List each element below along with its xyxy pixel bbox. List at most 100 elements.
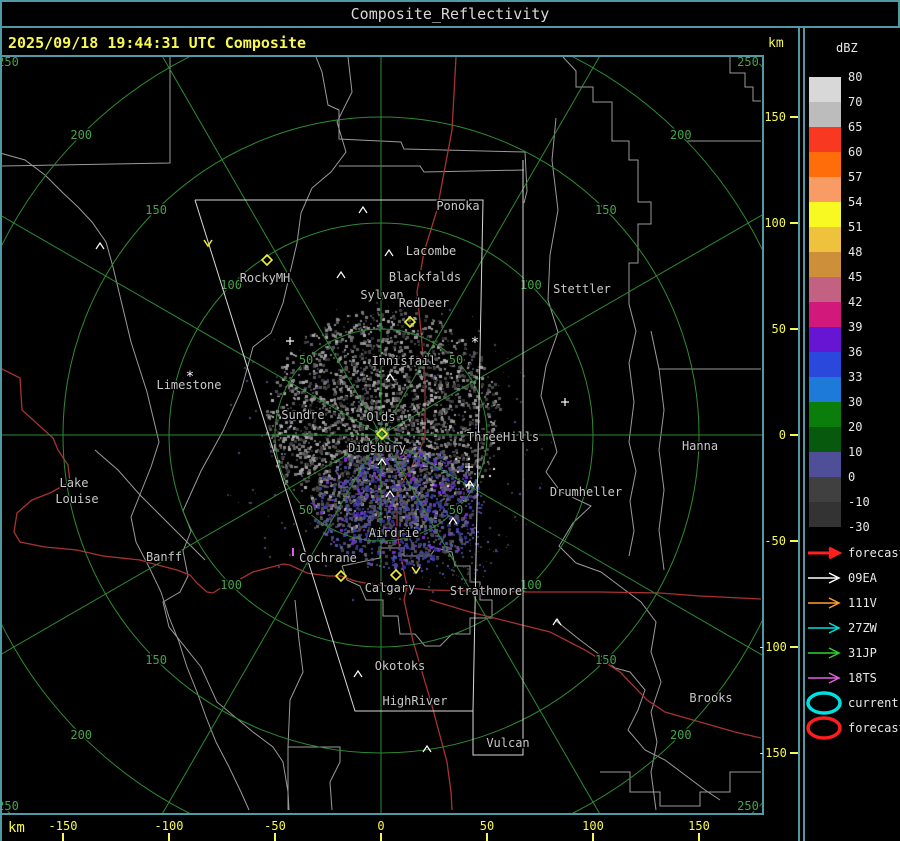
range-ring-label: 250	[737, 799, 759, 813]
range-ring-label: 50	[449, 503, 463, 517]
range-ring	[0, 11, 764, 841]
colorbar-swatch	[809, 477, 841, 502]
city-label: Cochrane	[299, 551, 357, 565]
track-arrow-icon	[829, 548, 839, 558]
colorbar-swatch	[809, 77, 841, 102]
range-ring-label: 150	[145, 653, 167, 667]
city-label: Didsbury	[348, 441, 406, 455]
range-ring-label: 50	[449, 353, 463, 367]
city-label: Sylvan	[360, 288, 403, 302]
town-caret-icon	[553, 619, 561, 625]
town-caret-icon	[96, 243, 104, 249]
colorbar-value-label: -10	[848, 494, 888, 510]
colorbar-swatch	[809, 227, 841, 252]
town-caret-icon	[449, 518, 457, 524]
azimuth-spoke	[381, 0, 661, 435]
colorbar-value-label: 60	[848, 144, 888, 160]
colorbar-value-label: 0	[848, 469, 888, 485]
storm-legend-label: 31JP	[848, 645, 898, 661]
storm-legend-label: 09EA	[848, 570, 898, 586]
storm-legend-label: current	[848, 695, 898, 711]
colorbar-swatch	[809, 202, 841, 227]
town-caret-icon	[378, 459, 386, 465]
city-label: Hanna	[682, 439, 718, 453]
asterisk-marker-icon: *	[471, 335, 479, 351]
range-ring-label: 200	[70, 128, 92, 142]
bottom-axis-tick-label: 100	[571, 819, 615, 833]
radar-site-diamond-icon	[405, 317, 415, 327]
city-label: Brooks	[689, 691, 732, 705]
bottom-axis-tick-label: -100	[147, 819, 191, 833]
colorbar-value-label: 36	[848, 344, 888, 360]
colorbar-value-label: 30	[848, 394, 888, 410]
colorbar-swatch	[809, 177, 841, 202]
city-label: ThreeHills	[467, 430, 539, 444]
right-axis-unit-label: km	[768, 36, 784, 51]
town-caret-icon	[386, 374, 394, 380]
range-ring-label: 250	[0, 55, 19, 69]
town-caret-icon	[337, 272, 345, 278]
right-axis-tick	[790, 116, 798, 118]
storm-legend-label: 27ZW	[848, 620, 898, 636]
range-ring-label: 150	[145, 203, 167, 217]
radar-site-diamond-icon	[391, 570, 401, 580]
right-axis-tick	[790, 752, 798, 754]
bottom-axis-tick	[486, 833, 488, 841]
bottom-axis-tick-label: -150	[41, 819, 85, 833]
colorbar-swatch	[809, 427, 841, 452]
right-axis-tick	[790, 222, 798, 224]
bottom-axis-unit-label: km	[8, 820, 25, 836]
colorbar-swatch	[809, 152, 841, 177]
city-label: HighRiver	[382, 694, 447, 708]
bottom-axis-tick-label: 150	[677, 819, 721, 833]
right-axis-tick-label: 150	[758, 109, 786, 125]
bottom-axis-tick-label: -50	[253, 819, 297, 833]
city-label: Okotoks	[375, 659, 426, 673]
bottom-axis-tick	[274, 833, 276, 841]
colorbar-value-label: 39	[848, 319, 888, 335]
colorbar-value-label: 57	[848, 169, 888, 185]
colorbar-swatch	[809, 127, 841, 152]
radar-site-diamond-icon	[336, 571, 346, 581]
colorbar-swatch	[809, 252, 841, 277]
bottom-axis-tick-label: 50	[465, 819, 509, 833]
colorbar-value-label: 54	[848, 194, 888, 210]
radar-viewer-window: Composite_Reflectivity 2025/09/18 19:44:…	[0, 0, 900, 841]
right-axis-tick-label: 50	[758, 321, 786, 337]
range-ring-label: 250	[737, 55, 759, 69]
colorbar-value-label: 10	[848, 444, 888, 460]
colorbar-title: dBZ	[836, 41, 858, 55]
city-label: Airdrie	[369, 526, 420, 540]
colorbar-value-label: 70	[848, 94, 888, 110]
colorbar-swatch	[809, 102, 841, 127]
bottom-axis-tick	[62, 833, 64, 841]
colorbar-value-label: 51	[848, 219, 888, 235]
azimuth-spoke	[101, 0, 381, 435]
range-ring-label: 50	[299, 353, 313, 367]
city-label: Louise	[55, 492, 98, 506]
colorbar-value-label: -30	[848, 519, 888, 535]
right-axis-tick	[790, 328, 798, 330]
city-label: Strathmore	[450, 584, 522, 598]
right-axis-tick	[790, 540, 798, 542]
city-label: Olds	[367, 410, 396, 424]
panel-divider-1	[798, 28, 800, 841]
scan-area-outline	[473, 160, 523, 755]
yellow-vee-icon	[412, 567, 420, 573]
storm-legend-label: 111V	[848, 595, 898, 611]
city-label: Sundre	[281, 408, 324, 422]
right-axis-tick-label: 100	[758, 215, 786, 231]
city-label: Blackfalds	[389, 270, 461, 284]
colorbar-value-label: 45	[848, 269, 888, 285]
colorbar-value-label: 42	[848, 294, 888, 310]
bottom-axis-tick	[380, 833, 382, 841]
right-axis-tick-label: 0	[758, 427, 786, 443]
town-caret-icon	[385, 250, 393, 256]
colorbar-swatch	[809, 352, 841, 377]
map-overlay-layer: 5050505010010010010015015015015020020020…	[0, 0, 764, 841]
right-axis-tick	[790, 646, 798, 648]
city-label: Calgary	[365, 581, 416, 595]
range-ring-label: 250	[0, 799, 19, 813]
range-ring-label: 200	[70, 728, 92, 742]
right-axis-tick	[790, 434, 798, 436]
